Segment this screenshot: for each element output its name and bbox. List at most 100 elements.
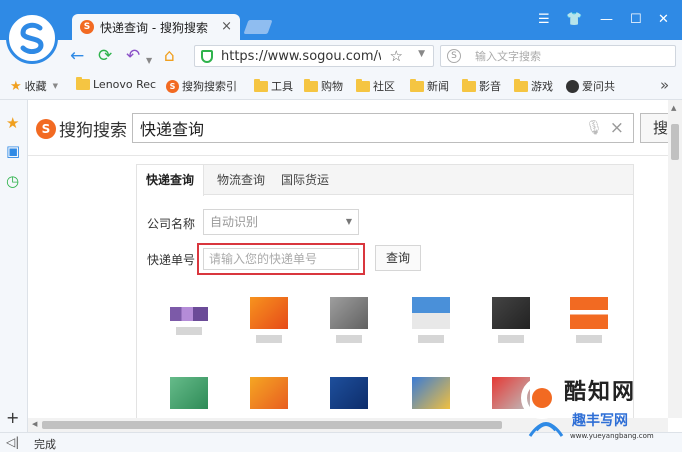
minimize-icon[interactable]: — — [600, 12, 613, 27]
reading-icon[interactable]: ▣ — [6, 142, 20, 160]
folder-icon — [76, 77, 90, 90]
bookmark-star-icon[interactable]: ☆ — [390, 47, 403, 65]
courier-logo[interactable] — [325, 377, 373, 418]
courier-logo[interactable] — [407, 377, 455, 418]
undo-icon[interactable]: ↶ — [126, 46, 140, 66]
maximize-icon[interactable]: ☐ — [630, 12, 642, 27]
browser-logo-icon — [6, 12, 58, 64]
sogou-logo-text: 搜狗搜索 — [59, 121, 127, 141]
menu-icon[interactable]: ☰ — [538, 12, 550, 27]
tracking-number-highlight: 请输入您的快递单号 — [197, 243, 365, 275]
folder-icon — [410, 78, 424, 92]
bookmark-media[interactable]: 影音 — [462, 78, 501, 94]
favorites-star-icon[interactable]: ★ — [6, 114, 19, 132]
courier-logo[interactable] — [245, 297, 293, 345]
company-select-value: 自动识别 — [210, 215, 259, 229]
search-engine-icon[interactable]: S — [447, 49, 461, 63]
title-bar: S 快递查询 - 搜狗搜索 × ☰ 👕 — ☐ ✕ — [0, 0, 682, 40]
bookmark-label: Lenovo Rec — [93, 78, 157, 91]
watermark-subtitle: 趣丰写网 — [572, 413, 628, 429]
tab-international-freight[interactable]: 国际货运 — [281, 165, 329, 195]
sogou-search-button[interactable]: 搜 — [640, 113, 668, 143]
home-icon[interactable]: ⌂ — [164, 46, 175, 66]
undo-dropdown-icon[interactable]: ▼ — [146, 51, 152, 71]
microphone-icon[interactable]: 🎙 — [585, 120, 603, 136]
scroll-up-icon[interactable]: ▲ — [671, 104, 676, 112]
bookmark-label: 新闻 — [427, 80, 449, 93]
courier-logo[interactable] — [565, 297, 613, 345]
bookmark-tools[interactable]: 工具 — [254, 78, 293, 94]
sogou-logo[interactable]: S 搜狗搜索 — [36, 116, 127, 141]
bookmark-sogou-search[interactable]: S 搜狗搜索引 — [166, 78, 237, 94]
skin-icon[interactable]: 👕 — [566, 12, 582, 27]
user-icon — [566, 79, 579, 93]
courier-logo[interactable] — [165, 377, 213, 418]
bookmark-lenovo[interactable]: Lenovo Rec — [76, 77, 157, 91]
courier-logo[interactable] — [325, 297, 373, 345]
company-select[interactable]: 自动识别 ▼ — [203, 209, 359, 235]
sogou-favicon-icon: S — [80, 20, 94, 34]
folder-icon — [514, 78, 528, 92]
back-icon[interactable]: ← — [70, 46, 84, 66]
bookmarks-bar: ★ 收藏 ▼ Lenovo Rec S 搜狗搜索引 工具 购物 社区 新闻 影音… — [0, 72, 682, 100]
more-bookmarks-icon[interactable]: » — [660, 76, 669, 94]
sogou-search-input[interactable]: 快递查询 🎙 × — [132, 113, 634, 143]
courier-logo[interactable] — [245, 377, 293, 418]
bookmark-label: 游戏 — [531, 80, 553, 93]
watermark-title: 酷知网 — [564, 380, 637, 405]
horizontal-scroll-thumb[interactable] — [42, 421, 502, 429]
courier-logo[interactable] — [487, 297, 535, 345]
bookmark-iask[interactable]: 爱问共 — [566, 78, 615, 94]
bookmark-community[interactable]: 社区 — [356, 78, 395, 94]
bookmark-games[interactable]: 游戏 — [514, 78, 553, 94]
left-sidebar: ★ ▣ ◷ + — [0, 100, 28, 432]
url-text[interactable]: https://www.sogou.com/we — [221, 49, 381, 64]
tab-express-query[interactable]: 快递查询 — [137, 165, 205, 196]
bookmark-favorites[interactable]: ★ 收藏 ▼ — [10, 78, 58, 94]
sogou-icon: S — [166, 79, 179, 93]
chevron-down-icon: ▼ — [52, 82, 59, 90]
chevron-down-icon: ▼ — [345, 217, 352, 226]
bookmark-label: 工具 — [271, 80, 293, 93]
site-watermark: 酷知网 趣丰写网 www.yueyangbang.com — [520, 372, 680, 450]
add-sidebar-icon[interactable]: + — [6, 408, 19, 427]
query-button[interactable]: 查询 — [375, 245, 421, 271]
folder-icon — [356, 78, 370, 92]
vertical-scroll-thumb[interactable] — [671, 124, 679, 160]
bookmark-label: 购物 — [321, 80, 343, 93]
browser-search-box[interactable]: S 输入文字搜索 — [440, 45, 676, 67]
courier-logo[interactable] — [407, 297, 455, 345]
vertical-scrollbar[interactable]: ▲ — [668, 100, 682, 418]
company-label: 公司名称 — [147, 217, 196, 231]
refresh-icon[interactable]: ⟳ — [98, 46, 112, 66]
courier-logo[interactable] — [165, 297, 213, 345]
star-icon: ★ — [10, 78, 22, 94]
bookmark-news[interactable]: 新闻 — [410, 78, 449, 94]
tab-logistics-query[interactable]: 物流查询 — [217, 165, 265, 195]
sogou-logo-icon: S — [36, 118, 56, 139]
new-tab-button[interactable] — [243, 20, 273, 34]
address-bar[interactable]: https://www.sogou.com/we ☆ ▼ — [194, 45, 434, 67]
search-query-text: 快递查询 — [140, 120, 205, 139]
clear-icon[interactable]: × — [610, 118, 624, 138]
url-dropdown-icon[interactable]: ▼ — [418, 49, 425, 59]
scroll-left-icon[interactable]: ◀ — [32, 420, 37, 428]
collapse-sidebar-icon[interactable]: ◁| — [6, 435, 19, 449]
close-window-icon[interactable]: ✕ — [658, 12, 669, 27]
sogou-search-header: S 搜狗搜索 快递查询 🎙 × 搜 — [28, 110, 668, 146]
tracking-number-label: 快递单号 — [147, 253, 196, 267]
tab-express-query[interactable]: S 快递查询 - 搜狗搜索 × — [72, 14, 240, 40]
bookmark-label: 社区 — [373, 80, 395, 93]
bookmark-label: 搜狗搜索引 — [182, 80, 237, 93]
folder-icon — [254, 78, 268, 92]
bookmark-label: 收藏 — [24, 80, 47, 93]
express-tabs: 快递查询 物流查询 国际货运 — [137, 165, 633, 196]
tracking-number-input[interactable]: 请输入您的快递单号 — [203, 248, 359, 270]
search-placeholder: 输入文字搜索 — [475, 50, 541, 63]
header-divider — [28, 155, 668, 156]
history-clock-icon[interactable]: ◷ — [6, 172, 19, 190]
tab-close-icon[interactable]: × — [221, 19, 232, 34]
bookmark-shopping[interactable]: 购物 — [304, 78, 343, 94]
folder-icon — [304, 78, 318, 92]
bookmark-label: 影音 — [479, 80, 501, 93]
